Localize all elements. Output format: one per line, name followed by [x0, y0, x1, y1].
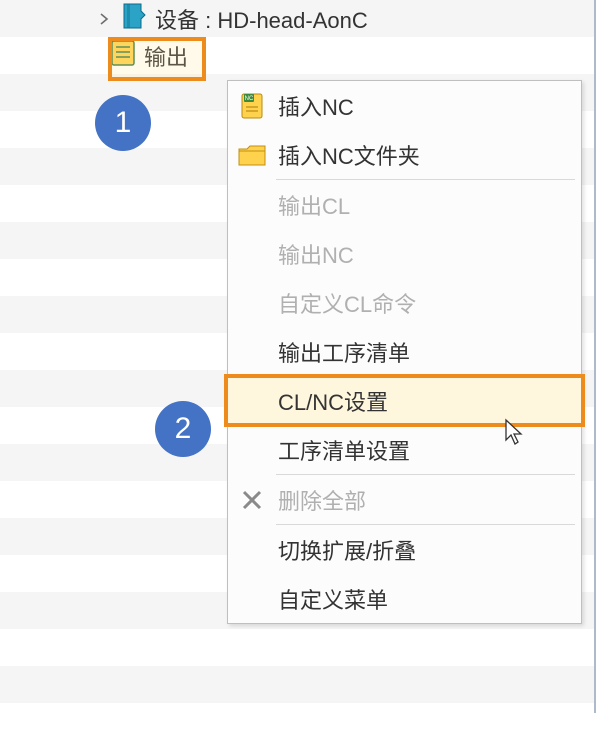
menu-label: 输出NC [278, 238, 354, 270]
menu-item-custom-menu[interactable]: 自定义菜单 [228, 574, 581, 623]
menu-item-output-process-list[interactable]: 输出工序清单 [228, 327, 581, 376]
menu-label: 输出CL [278, 189, 350, 221]
menu-item-toggle-expand-collapse[interactable]: 切换扩展/折叠 [228, 525, 581, 574]
menu-label: 自定义菜单 [278, 583, 388, 615]
chevron-right-icon[interactable] [95, 10, 113, 28]
tree-item-device[interactable]: 设备 : HD-head-AonC [95, 0, 368, 37]
annotation-badge-1: 1 [95, 95, 151, 151]
device-label: 设备 : HD-head-AonC [155, 3, 368, 35]
menu-label: 插入NC [278, 90, 354, 122]
context-menu: NC 插入NC 插入NC文件夹 输出CL 输出NC 自定义CL命令 输出工序清单 [227, 80, 582, 624]
menu-label: 自定义CL命令 [278, 287, 416, 319]
mouse-cursor-icon [504, 418, 524, 446]
device-icon [119, 1, 155, 37]
svg-text:NC: NC [245, 96, 254, 102]
menu-label: CL/NC设置 [278, 385, 388, 417]
annotation-badge-2: 2 [155, 401, 211, 457]
menu-item-output-cl: 输出CL [228, 180, 581, 229]
menu-item-insert-nc[interactable]: NC 插入NC [228, 81, 581, 130]
close-icon [232, 489, 272, 511]
menu-item-delete-all: 删除全部 [228, 475, 581, 524]
menu-item-custom-cl-command: 自定义CL命令 [228, 278, 581, 327]
menu-item-output-nc: 输出NC [228, 229, 581, 278]
output-doc-icon [110, 39, 144, 73]
menu-item-process-list-settings[interactable]: 工序清单设置 [228, 425, 581, 474]
menu-item-cl-nc-settings[interactable]: CL/NC设置 [228, 376, 581, 425]
menu-label: 插入NC文件夹 [278, 139, 420, 171]
menu-label: 输出工序清单 [278, 336, 410, 368]
tree-item-output[interactable]: 输出 [110, 37, 188, 74]
menu-label: 切换扩展/折叠 [278, 534, 416, 566]
nc-doc-icon: NC [232, 91, 272, 121]
menu-label: 删除全部 [278, 484, 366, 516]
output-label: 输出 [144, 40, 188, 72]
menu-item-insert-nc-folder[interactable]: 插入NC文件夹 [228, 130, 581, 179]
menu-label: 工序清单设置 [278, 434, 410, 466]
folder-icon [232, 143, 272, 167]
